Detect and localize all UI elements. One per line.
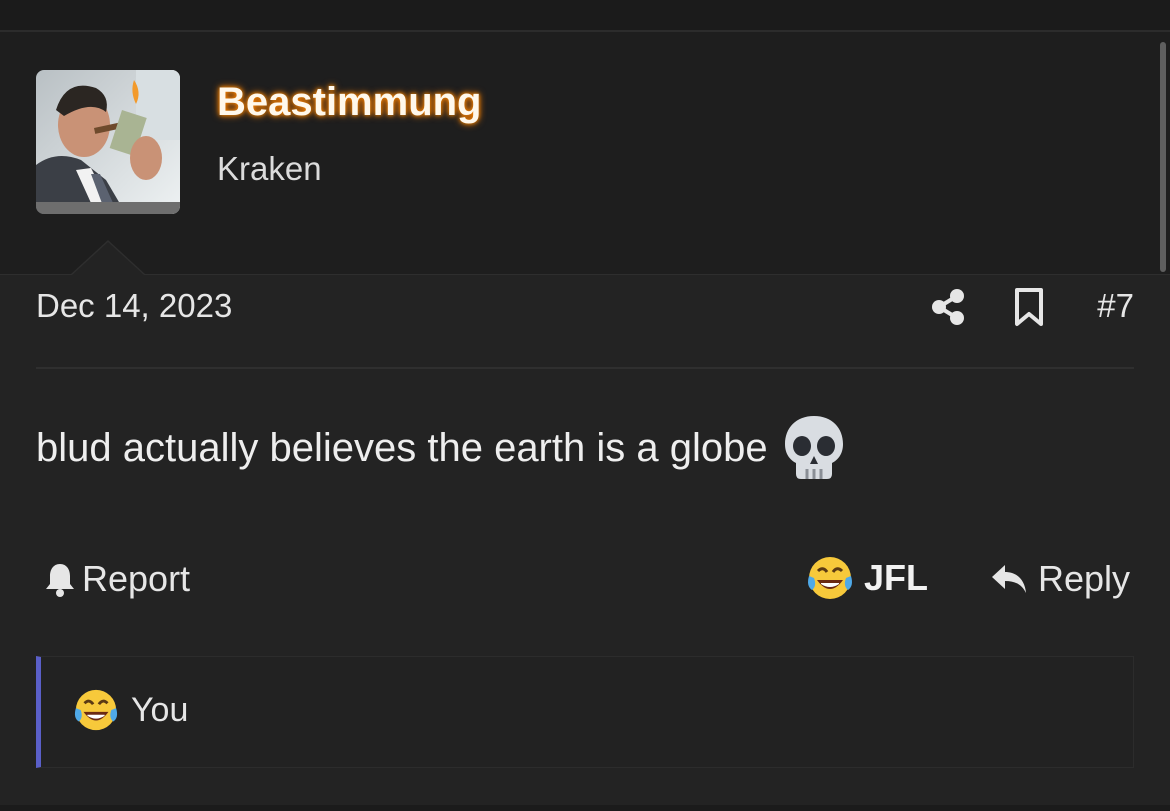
divider — [36, 367, 1134, 369]
post-meta-row: Dec 14, 2023 #7 — [36, 287, 1134, 327]
reply-button[interactable]: Reply — [990, 558, 1130, 600]
scrollbar[interactable] — [1160, 42, 1166, 272]
share-icon[interactable] — [930, 287, 966, 327]
forum-page: Beastimmung Kraken Dec 14, 2023 #7 blud … — [0, 0, 1170, 811]
top-strip — [0, 0, 1170, 30]
post-actions: Report JFL Reply — [36, 554, 1134, 610]
message-text: blud actually believes the earth is a gl… — [36, 425, 768, 470]
reaction-summary-label: You — [131, 690, 189, 729]
reaction-label: JFL — [864, 557, 929, 598]
post-number-link[interactable]: #7 — [1097, 287, 1134, 325]
user-title: Kraken — [217, 150, 322, 187]
tears-of-joy-emoji-icon — [806, 554, 854, 602]
username[interactable]: Beastimmung — [217, 80, 482, 125]
post-message: blud actually believes the earth is a gl… — [36, 414, 846, 482]
reply-arrow-icon — [990, 561, 1028, 597]
user-block: Beastimmung Kraken — [0, 32, 1170, 275]
pointer-arrow — [72, 242, 144, 275]
report-label: Report — [82, 558, 191, 599]
tears-of-joy-emoji-icon — [73, 687, 119, 733]
reply-label: Reply — [1037, 558, 1130, 599]
report-button[interactable]: Report — [44, 558, 190, 600]
skull-emoji-icon — [782, 414, 846, 482]
forum-post: Beastimmung Kraken Dec 14, 2023 #7 blud … — [0, 30, 1170, 807]
bottom-strip — [0, 805, 1170, 811]
post-date[interactable]: Dec 14, 2023 — [36, 287, 232, 325]
bookmark-icon[interactable] — [1013, 287, 1045, 327]
reaction-button[interactable]: JFL — [806, 554, 928, 602]
avatar[interactable] — [36, 70, 180, 214]
reactions-bar[interactable]: You — [36, 656, 1134, 768]
reaction-summary[interactable]: You — [73, 687, 188, 733]
bell-icon — [44, 561, 76, 597]
